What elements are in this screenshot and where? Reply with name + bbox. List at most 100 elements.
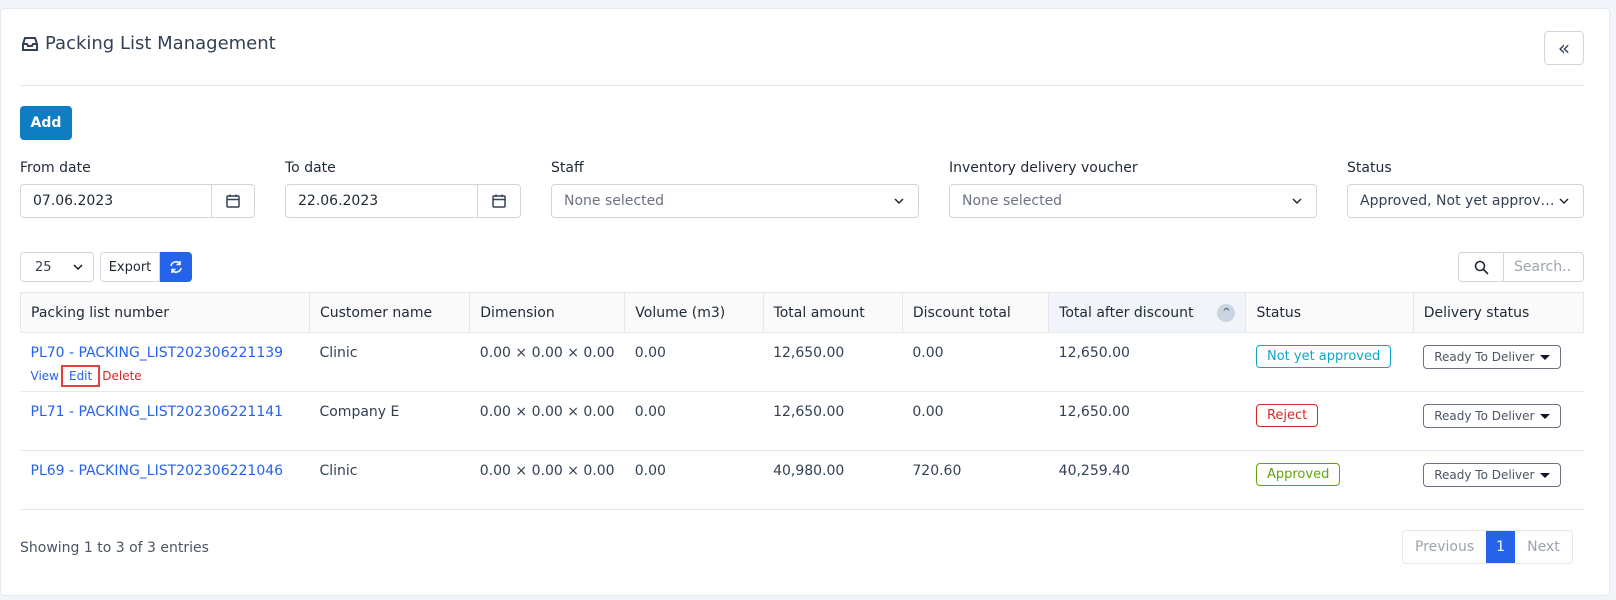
table-row: PL69 - PACKING_LIST202306221046 Clinic 0…	[20, 450, 1584, 510]
add-button[interactable]: Add	[20, 106, 72, 140]
column-header-total[interactable]: Total amount	[762, 292, 903, 333]
voucher-select-value: None selected	[962, 193, 1063, 209]
cell-number: PL69 - PACKING_LIST202306221046	[20, 450, 310, 510]
voucher-select[interactable]: None selected	[949, 184, 1317, 218]
cell-volume: 0.00	[624, 450, 764, 510]
column-header-after-discount[interactable]: Total after discount ^	[1048, 292, 1247, 333]
from-date-field[interactable]: 07.06.2023	[20, 184, 255, 218]
delivery-status-label: Ready To Deliver	[1434, 468, 1535, 482]
voucher-label: Inventory delivery voucher	[949, 160, 1138, 176]
status-select[interactable]: Approved, Not yet approved,...	[1347, 184, 1584, 218]
calendar-icon[interactable]	[477, 185, 520, 217]
export-button[interactable]: Export	[100, 252, 160, 282]
status-badge: Not yet approved	[1255, 345, 1392, 368]
status-badge: Reject	[1255, 404, 1319, 427]
to-date-field[interactable]: 22.06.2023	[285, 184, 521, 218]
row-actions: View Edit Delete	[31, 365, 300, 387]
delivery-status-label: Ready To Deliver	[1434, 350, 1535, 364]
packing-list-link[interactable]: PL71 - PACKING_LIST202306221141	[31, 404, 300, 420]
delivery-status-dropdown[interactable]: Ready To Deliver	[1423, 404, 1562, 428]
column-header-delivery[interactable]: Delivery status	[1412, 292, 1585, 333]
cell-total: 40,980.00	[763, 450, 903, 510]
view-link[interactable]: View	[31, 369, 59, 383]
packing-list-link[interactable]: PL69 - PACKING_LIST202306221046	[31, 463, 300, 479]
column-header-after-discount-label: Total after discount	[1059, 304, 1194, 321]
cell-total: 12,650.00	[763, 391, 903, 451]
edit-link[interactable]: Edit	[69, 369, 92, 383]
cell-customer: Clinic	[309, 450, 470, 510]
delivery-status-dropdown[interactable]: Ready To Deliver	[1423, 463, 1562, 487]
cell-discount: 0.00	[902, 391, 1049, 451]
cell-volume: 0.00	[624, 332, 764, 392]
refresh-icon	[170, 261, 182, 273]
packing-list-table: Packing list number Customer name Dimens…	[20, 292, 1585, 510]
page-length-select[interactable]: 25	[20, 252, 94, 282]
cell-after-discount: 12,650.00	[1048, 332, 1246, 392]
previous-button[interactable]: Previous	[1403, 531, 1486, 563]
from-date-label: From date	[20, 160, 91, 176]
column-header-customer[interactable]: Customer name	[308, 292, 471, 333]
page-header: Packing List Management	[21, 33, 276, 54]
column-header-status[interactable]: Status	[1245, 292, 1414, 333]
cell-dimension: 0.00 × 0.00 × 0.00	[469, 450, 625, 510]
double-chevron-left-icon: «	[1557, 36, 1571, 60]
cell-discount: 0.00	[902, 332, 1049, 392]
table-info: Showing 1 to 3 of 3 entries	[20, 540, 209, 556]
caret-down-icon	[1540, 354, 1551, 360]
status-badge: Approved	[1255, 463, 1341, 486]
column-header-number[interactable]: Packing list number	[20, 292, 310, 333]
status-select-value: Approved, Not yet approved,...	[1360, 193, 1557, 209]
cell-number: PL71 - PACKING_LIST202306221141	[20, 391, 310, 451]
cell-dimension: 0.00 × 0.00 × 0.00	[469, 332, 625, 392]
chevron-down-icon	[1292, 198, 1302, 205]
column-header-volume[interactable]: Volume (m3)	[624, 292, 764, 333]
staff-select-value: None selected	[564, 193, 665, 209]
pagination: Previous 1 Next	[1402, 530, 1573, 564]
status-label: Status	[1347, 160, 1392, 176]
page-button-1[interactable]: 1	[1486, 531, 1516, 563]
packing-list-link[interactable]: PL70 - PACKING_LIST202306221139	[31, 345, 300, 361]
table-row: PL70 - PACKING_LIST202306221139 View Edit…	[20, 332, 1584, 392]
search-icon[interactable]	[1459, 253, 1504, 281]
chevron-down-icon	[1559, 198, 1569, 205]
header-divider	[20, 85, 1584, 86]
cell-volume: 0.00	[624, 391, 764, 451]
edit-link-highlight: Edit	[60, 365, 101, 387]
staff-select[interactable]: None selected	[551, 184, 919, 218]
caret-down-icon	[1540, 472, 1551, 478]
table-header-row: Packing list number Customer name Dimens…	[20, 292, 1585, 333]
cell-after-discount: 12,650.00	[1048, 391, 1246, 451]
cell-number: PL70 - PACKING_LIST202306221139 View Edit…	[20, 332, 310, 392]
to-date-value[interactable]: 22.06.2023	[286, 185, 477, 217]
staff-label: Staff	[551, 160, 584, 176]
cell-after-discount: 40,259.40	[1048, 450, 1246, 510]
cell-status: Not yet approved	[1245, 332, 1414, 392]
cell-status: Reject	[1245, 391, 1414, 451]
cell-customer: Clinic	[309, 332, 470, 392]
delivery-status-label: Ready To Deliver	[1434, 409, 1535, 423]
cell-delivery: Ready To Deliver	[1413, 332, 1584, 392]
cell-total: 12,650.00	[763, 332, 903, 392]
to-date-label: To date	[285, 160, 336, 176]
cell-delivery: Ready To Deliver	[1413, 450, 1584, 510]
search-input[interactable]: Search..	[1504, 253, 1583, 281]
chevron-down-icon	[894, 198, 904, 205]
delivery-status-dropdown[interactable]: Ready To Deliver	[1423, 345, 1562, 369]
reload-button[interactable]	[160, 252, 192, 282]
next-button[interactable]: Next	[1515, 531, 1572, 563]
collapse-button[interactable]: «	[1544, 31, 1584, 65]
delete-link[interactable]: Delete	[102, 369, 141, 383]
inbox-icon	[22, 36, 38, 51]
caret-down-icon	[1540, 413, 1551, 419]
chevron-down-icon	[73, 264, 83, 271]
column-header-dimension[interactable]: Dimension	[469, 292, 626, 333]
cell-dimension: 0.00 × 0.00 × 0.00	[469, 391, 625, 451]
from-date-value[interactable]: 07.06.2023	[21, 185, 211, 217]
cell-customer: Company E	[309, 391, 470, 451]
page-length-value: 25	[35, 259, 52, 275]
calendar-icon[interactable]	[211, 185, 254, 217]
cell-delivery: Ready To Deliver	[1413, 391, 1584, 451]
cell-status: Approved	[1245, 450, 1414, 510]
column-header-discount[interactable]: Discount total	[901, 292, 1050, 333]
search-box[interactable]: Search..	[1458, 252, 1584, 282]
